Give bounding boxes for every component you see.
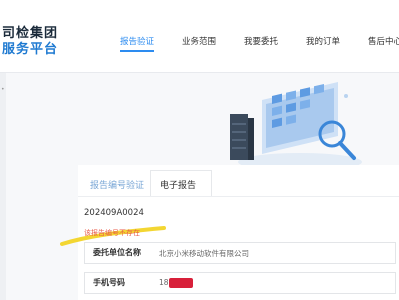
left-dot: • (1, 86, 5, 93)
top-header: 司检集团 服务平台 报告验证 业务范围 我要委托 我的订单 售后中心 (0, 0, 399, 72)
nav-report-verify[interactable]: 报告验证 (120, 35, 154, 47)
company-name-value[interactable]: 北京小米移动软件有限公司 (159, 248, 249, 259)
company-name-label: 委托单位名称 (93, 248, 141, 257)
redaction-mark (169, 278, 193, 288)
nav-active-indicator (120, 50, 154, 52)
server-icon (230, 114, 254, 160)
verification-illustration (230, 82, 362, 171)
company-name-field[interactable]: 委托单位名称 北京小米移动软件有限公司 (84, 242, 396, 264)
main-nav: 报告验证 业务范围 我要委托 我的订单 售后中心 (0, 35, 399, 55)
phone-field[interactable]: 手机号码 18 (84, 272, 396, 294)
header-divider (0, 72, 399, 73)
nav-after-sales[interactable]: 售后中心 (368, 35, 399, 47)
nav-commission[interactable]: 我要委托 (244, 35, 278, 47)
tab-electronic-report[interactable]: 电子报告 (160, 178, 196, 191)
error-message: 该报告编号不存在 (84, 229, 140, 237)
nav-business-scope[interactable]: 业务范围 (182, 35, 216, 47)
report-number-input[interactable]: 202409A0024 (84, 208, 144, 218)
nav-my-orders[interactable]: 我的订单 (306, 35, 340, 47)
tab-divider (78, 196, 399, 197)
left-panel (0, 73, 6, 300)
phone-label: 手机号码 (93, 278, 125, 287)
phone-value[interactable]: 18 (159, 278, 169, 287)
tab-report-number-verify[interactable]: 报告编号验证 (90, 178, 144, 191)
